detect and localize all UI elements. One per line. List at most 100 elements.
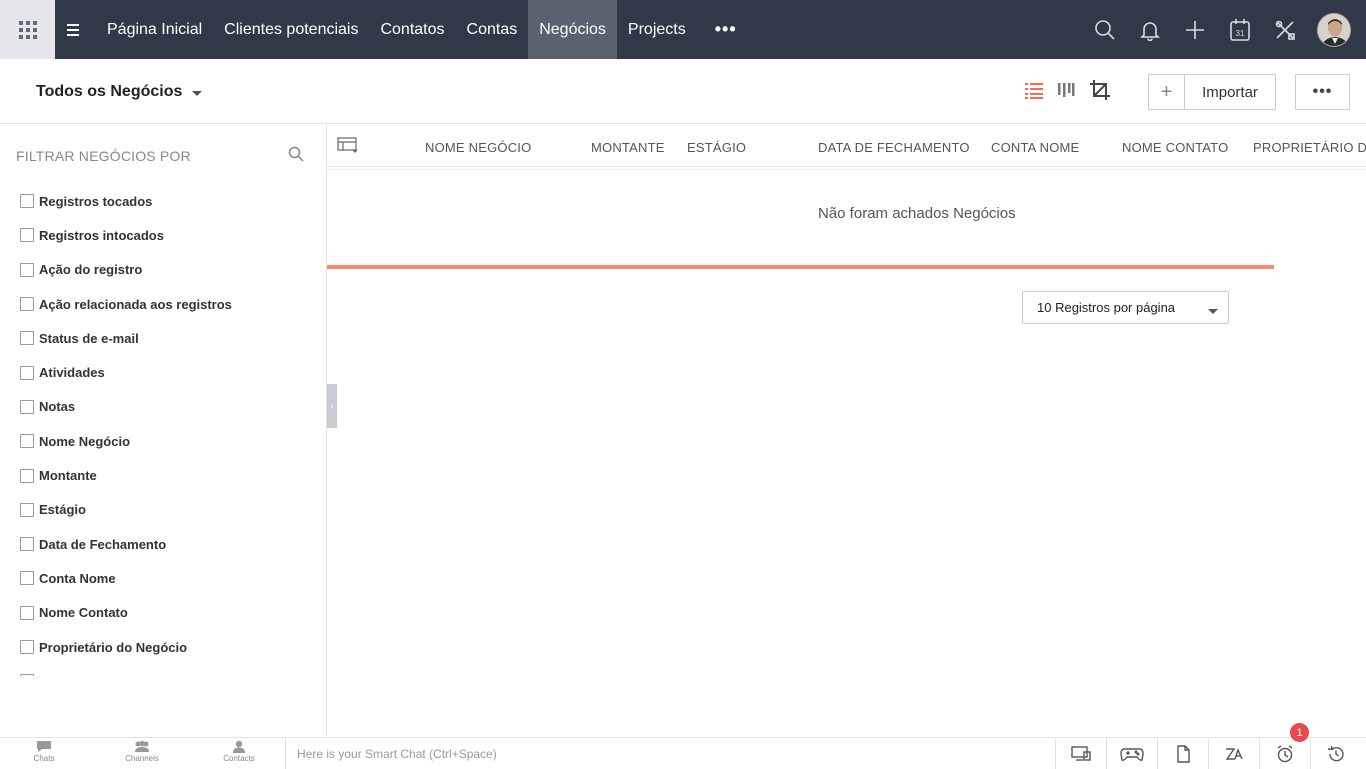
filter-item[interactable]: Nome Negócio: [20, 424, 310, 458]
bell-icon[interactable]: [1127, 0, 1172, 59]
bottom-bar: Chats Channels Contacts Here is your Sma…: [0, 737, 1366, 769]
filter-item[interactable]: Montante: [20, 458, 310, 492]
filter-checkbox[interactable]: [20, 331, 34, 346]
filter-item[interactable]: Ação relacionada aos registros: [20, 287, 310, 321]
loading-bar: [327, 265, 1274, 269]
chats-label: Chats: [33, 754, 55, 763]
calendar-day: 31: [1235, 29, 1244, 38]
column-proprietario[interactable]: PROPRIETÁRIO DO NEGÓCIO: [1253, 140, 1366, 155]
filter-checkbox[interactable]: [20, 365, 34, 380]
filter-checkbox[interactable]: [20, 194, 34, 209]
search-icon[interactable]: [288, 146, 304, 167]
more-actions-button[interactable]: •••: [1295, 74, 1350, 110]
filter-checkbox[interactable]: [20, 468, 34, 483]
filter-checkbox[interactable]: [20, 571, 34, 586]
contacts-button[interactable]: Contacts: [191, 740, 287, 769]
bottom-tools: [1055, 738, 1361, 769]
filter-item[interactable]: Notas: [20, 390, 310, 424]
filter-item[interactable]: Registros intocados: [20, 218, 310, 252]
more-tabs-button[interactable]: •••: [697, 0, 755, 59]
history-icon[interactable]: [1310, 738, 1361, 769]
records-per-page-value: 10 Registros por página: [1037, 300, 1176, 315]
plus-icon[interactable]: [1172, 0, 1217, 59]
filter-item-label: Nome Negócio: [39, 433, 131, 449]
create-deal-button[interactable]: +: [1149, 75, 1185, 109]
chevron-down-icon: [1208, 309, 1218, 314]
kanban-view-icon[interactable]: [1057, 81, 1075, 104]
tab-contas[interactable]: Contas: [456, 0, 529, 59]
column-nome-contato[interactable]: NOME CONTATO: [1122, 140, 1228, 155]
gamepad-icon[interactable]: [1106, 738, 1157, 769]
collapse-sidebar-handle[interactable]: ‹: [327, 384, 337, 428]
filter-sidebar: FILTRAR NEGÓCIOS POR Registros tocados Re…: [0, 124, 327, 736]
column-data-fechamento[interactable]: DATA DE FECHAMENTO: [818, 140, 970, 155]
nav-right-tools: 31: [1082, 0, 1366, 59]
filter-checkbox[interactable]: [20, 434, 34, 449]
filter-item[interactable]: Registros tocados: [20, 184, 310, 218]
column-nome-negocio[interactable]: NOME NEGÓCIO: [425, 140, 531, 155]
apps-grid-icon: [18, 20, 37, 39]
list-view-icon[interactable]: [1025, 81, 1043, 104]
column-settings-icon[interactable]: [337, 137, 359, 158]
filter-item-label: Conta Nome: [39, 570, 116, 586]
filter-item-label: Montante: [39, 468, 97, 484]
column-conta-nome[interactable]: CONTA NOME: [991, 140, 1079, 155]
tools-icon[interactable]: [1262, 0, 1307, 59]
canvas-view-icon[interactable]: [1089, 79, 1111, 106]
filter-checkbox[interactable]: [20, 502, 34, 517]
filter-checkbox[interactable]: [20, 228, 34, 243]
filter-checkbox[interactable]: [20, 399, 34, 414]
apps-grid-button[interactable]: [0, 0, 55, 59]
search-icon[interactable]: [1082, 0, 1127, 59]
column-montante[interactable]: MONTANTE: [591, 140, 665, 155]
alarm-clock-icon[interactable]: [1259, 738, 1310, 769]
top-navigation-bar: Página Inicial Clientes potenciais Conta…: [0, 0, 1366, 59]
filter-item[interactable]: Conta Nome: [20, 561, 310, 595]
hamburger-menu-icon[interactable]: [55, 0, 91, 59]
filter-list: Registros tocados Registros intocados Ação…: [20, 184, 310, 676]
filter-item-label: Proprietário do Negócio: [39, 639, 188, 655]
translate-icon[interactable]: [1208, 738, 1259, 769]
filter-item[interactable]: Ação do registro: [20, 253, 310, 287]
chats-button[interactable]: Chats: [0, 740, 92, 769]
tab-pagina-inicial[interactable]: Página Inicial: [96, 0, 213, 59]
user-avatar[interactable]: [1317, 12, 1351, 47]
tab-negocios[interactable]: Negócios: [528, 0, 617, 59]
filter-item-label: Estágio: [39, 502, 86, 518]
smart-chat-input[interactable]: Here is your Smart Chat (Ctrl+Space): [285, 738, 1055, 769]
import-button[interactable]: Importar: [1185, 75, 1275, 109]
column-estagio[interactable]: ESTÁGIO: [687, 140, 746, 155]
filter-checkbox[interactable]: [20, 640, 34, 654]
filter-item-label: Atividades: [39, 365, 105, 381]
filter-checkbox[interactable]: [20, 297, 34, 312]
filter-item-label: Registros tocados: [39, 193, 153, 209]
divider: [327, 169, 1366, 170]
filter-item[interactable]: Status de e-mail: [20, 321, 310, 355]
group-icon: [135, 740, 149, 752]
channels-button[interactable]: Channels: [94, 740, 190, 769]
filter-checkbox[interactable]: [20, 537, 34, 552]
table-header: NOME NEGÓCIO MONTANTE ESTÁGIO DATA DE FE…: [327, 124, 1366, 167]
filter-checkbox[interactable]: [20, 262, 34, 277]
custom-view-dropdown[interactable]: Todos os Negócios: [36, 83, 203, 101]
filter-item[interactable]: Data de Fechamento: [20, 527, 310, 561]
tab-clientes-potenciais[interactable]: Clientes potenciais: [213, 0, 369, 59]
screen-share-icon[interactable]: [1055, 738, 1106, 769]
filter-item[interactable]: Estágio: [20, 493, 310, 527]
tab-projects[interactable]: Projects: [617, 0, 697, 59]
filter-item[interactable]: Nome Contato: [20, 596, 310, 630]
notification-badge: 1: [1290, 723, 1309, 742]
filter-item-label: Nome Contato: [39, 605, 128, 621]
filter-item-label: Notas: [39, 399, 76, 415]
filter-item[interactable]: Atividades: [20, 355, 310, 389]
filter-item[interactable]: Proprietário do Negócio: [20, 630, 310, 664]
tab-contatos[interactable]: Contatos: [369, 0, 455, 59]
records-per-page-select[interactable]: 10 Registros por página: [1022, 291, 1229, 324]
filter-item[interactable]: Campanha Fonte: [20, 664, 310, 676]
contacts-label: Contacts: [223, 754, 255, 763]
filter-checkbox[interactable]: [20, 674, 34, 676]
filter-checkbox[interactable]: [20, 605, 34, 620]
create-import-group: + Importar: [1148, 74, 1276, 110]
document-icon[interactable]: [1157, 738, 1208, 769]
calendar-icon[interactable]: 31: [1217, 0, 1262, 59]
